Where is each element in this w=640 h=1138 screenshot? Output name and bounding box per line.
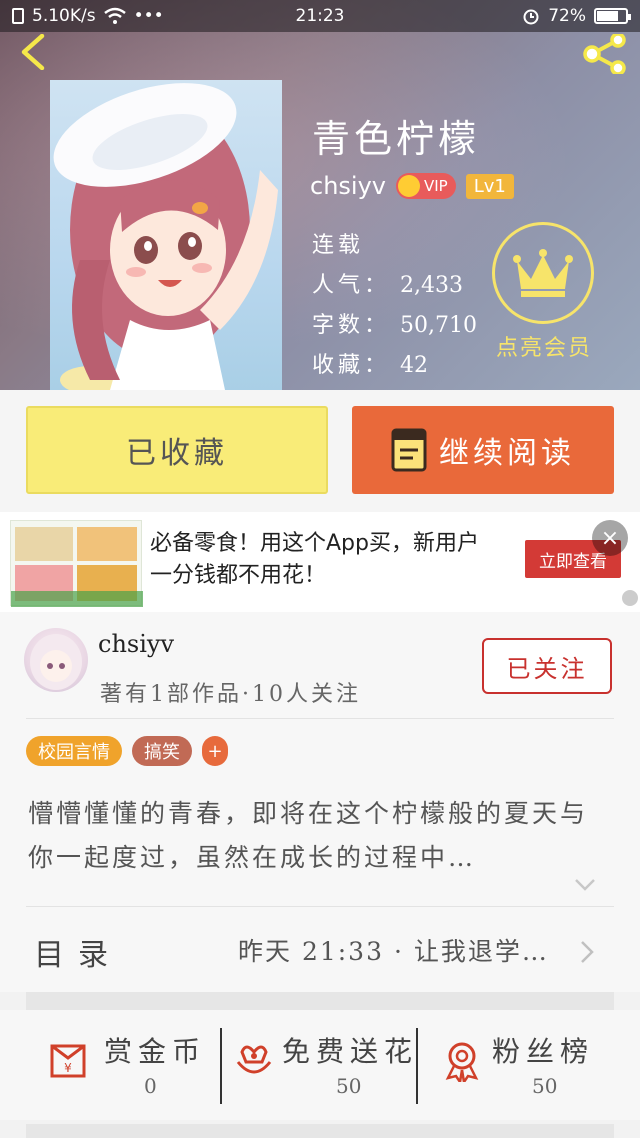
- book-cover[interactable]: [50, 80, 282, 390]
- follow-button[interactable]: 已关注: [482, 638, 612, 694]
- divider: [26, 906, 614, 907]
- member-label: 点亮会员: [495, 336, 592, 361]
- vip-label: VIP: [423, 177, 448, 195]
- continue-reading-label: 继续阅读: [439, 436, 575, 471]
- avatar-illustration: [30, 634, 82, 690]
- fan-ranking-button[interactable]: 粉丝榜 50: [440, 1010, 620, 1120]
- red-envelope-icon: ¥: [50, 1044, 86, 1078]
- network-speed: 5.10K/s: [32, 6, 96, 26]
- ad-close-button[interactable]: ×: [592, 520, 628, 556]
- continue-reading-button[interactable]: 继续阅读: [352, 406, 614, 494]
- chevron-down-icon[interactable]: [574, 878, 596, 892]
- popularity-label: 人气：: [312, 273, 391, 298]
- ad-image[interactable]: [10, 520, 143, 607]
- more-indicator: •••: [133, 6, 164, 26]
- wifi-icon: [103, 7, 126, 24]
- chevron-right-icon: [581, 941, 594, 963]
- author-row[interactable]: chsiyv VIP Lv1: [310, 172, 514, 200]
- author-card-subtitle: 著有1部作品·10人关注: [100, 682, 361, 707]
- avatar[interactable]: [24, 628, 88, 692]
- level-badge: Lv1: [465, 173, 514, 199]
- cover-illustration: [53, 83, 278, 390]
- close-icon: ×: [600, 525, 620, 551]
- flower-icon: [236, 1045, 272, 1074]
- latest-chapter: 昨天 21:33 · 让我退学…: [238, 937, 549, 966]
- member-button[interactable]: 点亮会员: [492, 222, 596, 362]
- reward-coins-label: 赏金币: [104, 1035, 207, 1068]
- free-flower-count: 50: [336, 1074, 362, 1098]
- favorites-value: 42: [400, 353, 429, 378]
- svg-text:¥: ¥: [64, 1061, 72, 1075]
- snack-image: [11, 527, 143, 607]
- alarm-icon: [523, 9, 539, 25]
- favorites-label: 收藏：: [312, 353, 391, 378]
- toc-title: 目录: [34, 938, 122, 973]
- ad-mark-icon: [622, 590, 638, 606]
- action-bar: 已收藏 继续阅读: [0, 390, 640, 512]
- free-flower-label: 免费送花: [282, 1035, 419, 1068]
- back-icon[interactable]: [16, 34, 52, 70]
- section-separator: [26, 992, 614, 1010]
- rewards-bar: ¥ 赏金币 0 免费送花 50 粉丝榜 50: [0, 1010, 640, 1120]
- vip-badge: VIP: [395, 173, 456, 199]
- share-icon[interactable]: [582, 34, 628, 74]
- popularity-value: 2,433: [400, 273, 463, 298]
- book-intro[interactable]: 懵懵懂懂的青春，即将在这个柠檬般的夏天与你一起度过，虽然在成长的过程中…: [28, 792, 600, 880]
- ad-text: 必备零食！用这个App买，新用户一分钱都不用花！: [150, 531, 479, 588]
- tag-comedy[interactable]: 搞笑: [132, 736, 192, 766]
- author-card-name[interactable]: chsiyv: [98, 630, 174, 658]
- author-name[interactable]: chsiyv: [310, 172, 386, 200]
- clock: 21:23: [295, 6, 345, 26]
- word-count-value: 50,710: [400, 313, 477, 338]
- book-icon: [391, 428, 427, 472]
- fan-ranking-count: 50: [532, 1074, 558, 1098]
- table-of-contents-row[interactable]: 目录 昨天 21:33 · 让我退学…: [0, 910, 640, 988]
- section-separator: [26, 1124, 614, 1138]
- collected-button[interactable]: 已收藏: [26, 406, 328, 494]
- battery-icon: [594, 8, 631, 24]
- add-tag-button[interactable]: +: [202, 736, 228, 766]
- crown-icon: [513, 249, 573, 297]
- tag-campus-romance[interactable]: 校园言情: [26, 736, 122, 766]
- divider: [26, 718, 614, 719]
- serial-status: 连载: [312, 233, 365, 258]
- divider: [220, 1028, 222, 1104]
- divider: [416, 1028, 418, 1104]
- member-ring: [492, 222, 594, 324]
- reward-coins-button[interactable]: ¥ 赏金币 0: [46, 1010, 216, 1120]
- crown-icon: [397, 175, 420, 197]
- reward-coins-count: 0: [144, 1074, 157, 1098]
- status-bar: 5.10K/s ••• 21:23 72%: [0, 0, 640, 32]
- tag-list: 校园言情 搞笑 +: [26, 736, 228, 766]
- battery-percent: 72%: [548, 6, 586, 26]
- sim-icon: [12, 8, 24, 24]
- book-stats: 连载 人气： 2,433 字数： 50,710 收藏： 42: [312, 226, 477, 386]
- word-count-label: 字数：: [312, 313, 391, 338]
- book-title: 青色柠檬: [312, 117, 481, 161]
- free-flower-button[interactable]: 免费送花 50: [232, 1010, 412, 1120]
- medal-icon: [445, 1042, 479, 1082]
- fan-ranking-label: 粉丝榜: [492, 1035, 595, 1068]
- ad-banner[interactable]: 必备零食！用这个App买，新用户一分钱都不用花！ 立即查看: [0, 512, 640, 612]
